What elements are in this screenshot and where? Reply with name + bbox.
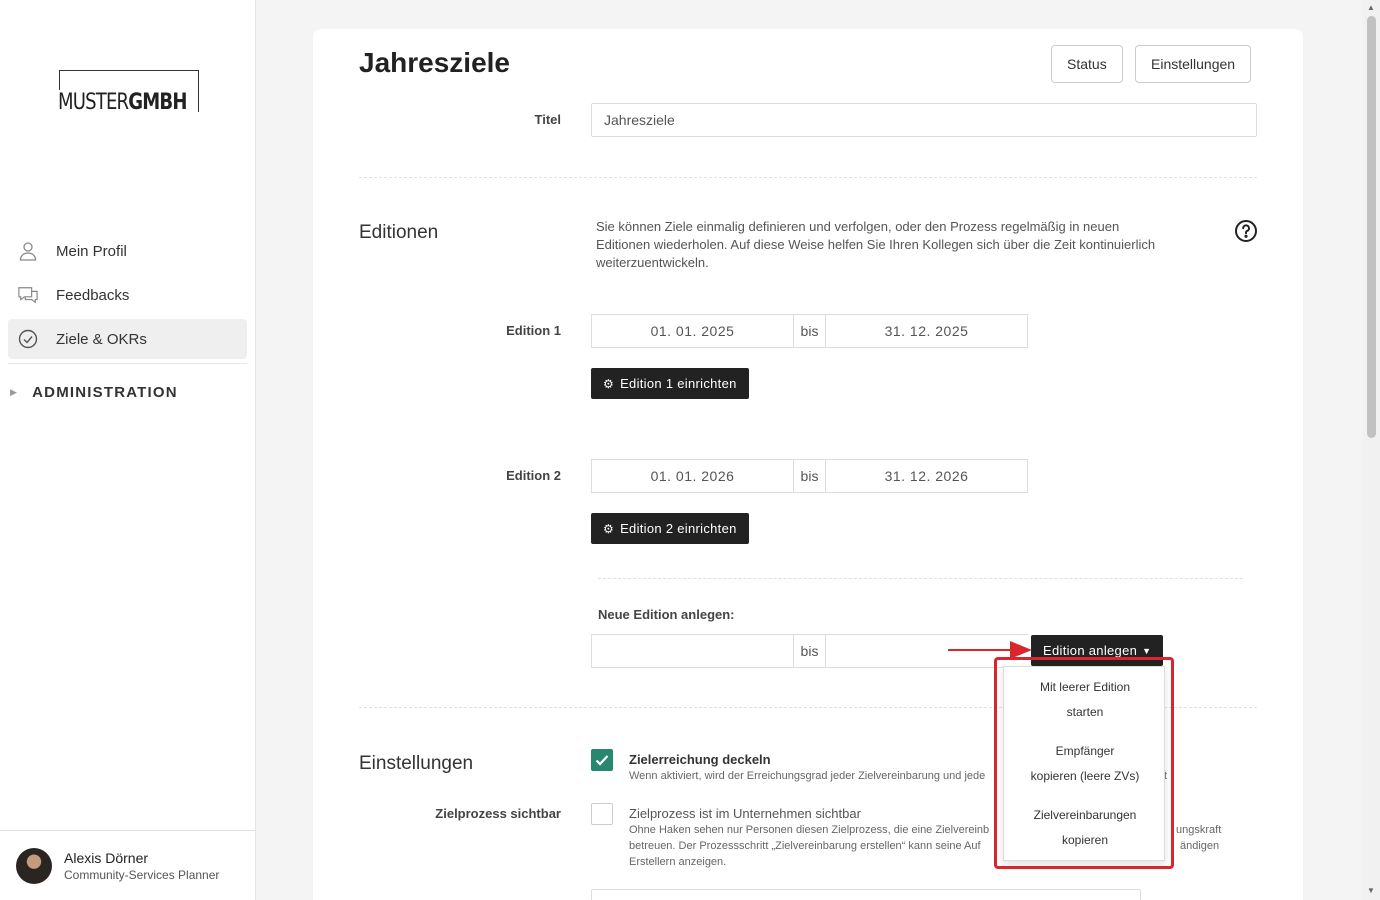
bis-label: bis (794, 459, 825, 493)
edition-2-dates: 01. 01. 2026 bis 31. 12. 2026 (591, 459, 1028, 493)
nav-label: Mein Profil (56, 242, 127, 260)
page-title: Jahresziele (359, 47, 510, 78)
process-visible-desc-1-tail: ungskraft (1176, 824, 1222, 836)
nav-item-mein-profil[interactable]: Mein Profil (8, 231, 247, 271)
nav-administration[interactable]: ▶ ADMINISTRATION (10, 384, 178, 401)
admin-label: ADMINISTRATION (32, 384, 178, 401)
divider (359, 177, 1257, 178)
edition-2-setup-button[interactable]: ⚙ Edition 2 einrichten (591, 513, 749, 544)
caret-down-icon: ▼ (1142, 645, 1152, 656)
chat-bubbles-icon (18, 285, 38, 305)
caret-right-icon: ▶ (10, 387, 19, 397)
cap-achievement-label: Zielerreichung deckeln (629, 752, 771, 767)
edition-2-label: Edition 2 (506, 468, 561, 483)
new-edition-label: Neue Edition anlegen: (598, 607, 735, 622)
editions-section-title: Editionen (359, 222, 439, 243)
gears-icon: ⚙ (603, 376, 615, 391)
divider (598, 578, 1243, 579)
cap-achievement-checkbox[interactable] (591, 749, 613, 771)
button-label: Edition 1 einrichten (620, 376, 737, 391)
title-label: Titel (534, 112, 562, 127)
process-visible-checkbox[interactable] (591, 803, 613, 825)
help-icon[interactable] (1234, 219, 1258, 248)
nav-label: Feedbacks (56, 286, 130, 304)
sidebar: MUSTERGMBH Mein Profil Feedbacks Ziele &… (0, 0, 256, 900)
scroll-down-icon[interactable]: ▼ (1367, 886, 1375, 895)
status-button[interactable]: Status (1051, 45, 1123, 83)
edition-2-end-date[interactable]: 31. 12. 2026 (825, 459, 1028, 493)
nav-label: Ziele & OKRs (56, 330, 147, 348)
checkmark-icon (595, 755, 609, 766)
process-visible-label: Zielprozess ist im Unternehmen sichtbar (629, 806, 861, 821)
user-icon (18, 241, 38, 261)
user-name: Alexis Dörner (64, 849, 149, 866)
cap-achievement-desc: Wenn aktiviert, wird der Erreichungsgrad… (629, 770, 986, 782)
edition-1-label: Edition 1 (506, 323, 561, 338)
edition-2-start-date[interactable]: 01. 01. 2026 (591, 459, 794, 493)
edition-1-dates: 01. 01. 2025 bis 31. 12. 2025 (591, 314, 1028, 348)
button-label: Edition anlegen (1043, 643, 1138, 658)
check-circle-icon (18, 329, 38, 349)
settings-button[interactable]: Einstellungen (1135, 45, 1252, 83)
gears-icon: ⚙ (603, 521, 615, 536)
editions-help-text: Sie können Ziele einmalig definieren und… (596, 219, 1156, 270)
new-edition-dates: bis (591, 634, 1028, 668)
scroll-thumb[interactable] (1367, 16, 1376, 438)
scroll-up-icon[interactable]: ▲ (1367, 3, 1375, 12)
annotation-arrow-icon (1010, 641, 1032, 659)
edition-1-setup-button[interactable]: ⚙ Edition 1 einrichten (591, 368, 749, 399)
edition-1-end-date[interactable]: 31. 12. 2025 (825, 314, 1028, 348)
annotation-highlight-box (994, 657, 1174, 869)
process-visible-desc-2: betreuen. Der Prozessschritt „Zielverein… (629, 840, 981, 852)
nav-item-ziele-okrs[interactable]: Ziele & OKRs (8, 319, 247, 359)
new-edition-start-date[interactable] (591, 634, 794, 668)
annotation-arrow-line (948, 649, 1018, 651)
main-nav: Mein Profil Feedbacks Ziele & OKRs (8, 231, 247, 364)
title-input[interactable]: Jahresziele (591, 103, 1257, 137)
button-label: Edition 2 einrichten (620, 521, 737, 536)
avatar (16, 847, 52, 884)
user-profile[interactable]: Alexis Dörner Community-Services Planner (0, 830, 256, 900)
nav-item-feedbacks[interactable]: Feedbacks (8, 275, 247, 315)
next-field[interactable] (591, 889, 1141, 900)
company-logo[interactable]: MUSTERGMBH (58, 70, 199, 115)
settings-section-title: Einstellungen (359, 753, 474, 774)
edition-1-start-date[interactable]: 01. 01. 2025 (591, 314, 794, 348)
process-visible-desc-1: Ohne Haken sehen nur Personen diesen Zie… (629, 824, 990, 836)
user-role: Community-Services Planner (64, 867, 220, 882)
scrollbar[interactable]: ▲ ▼ (1363, 0, 1380, 900)
process-visible-desc-3: Erstellern anzeigen. (629, 856, 727, 868)
nav-divider (8, 363, 247, 364)
process-visible-row-label: Zielprozess sichtbar (435, 806, 561, 821)
bis-label: bis (794, 634, 825, 668)
logo-text: MUSTERGMBH (58, 90, 190, 115)
bis-label: bis (794, 314, 825, 348)
process-visible-desc-2-tail: ändigen (1180, 840, 1220, 852)
